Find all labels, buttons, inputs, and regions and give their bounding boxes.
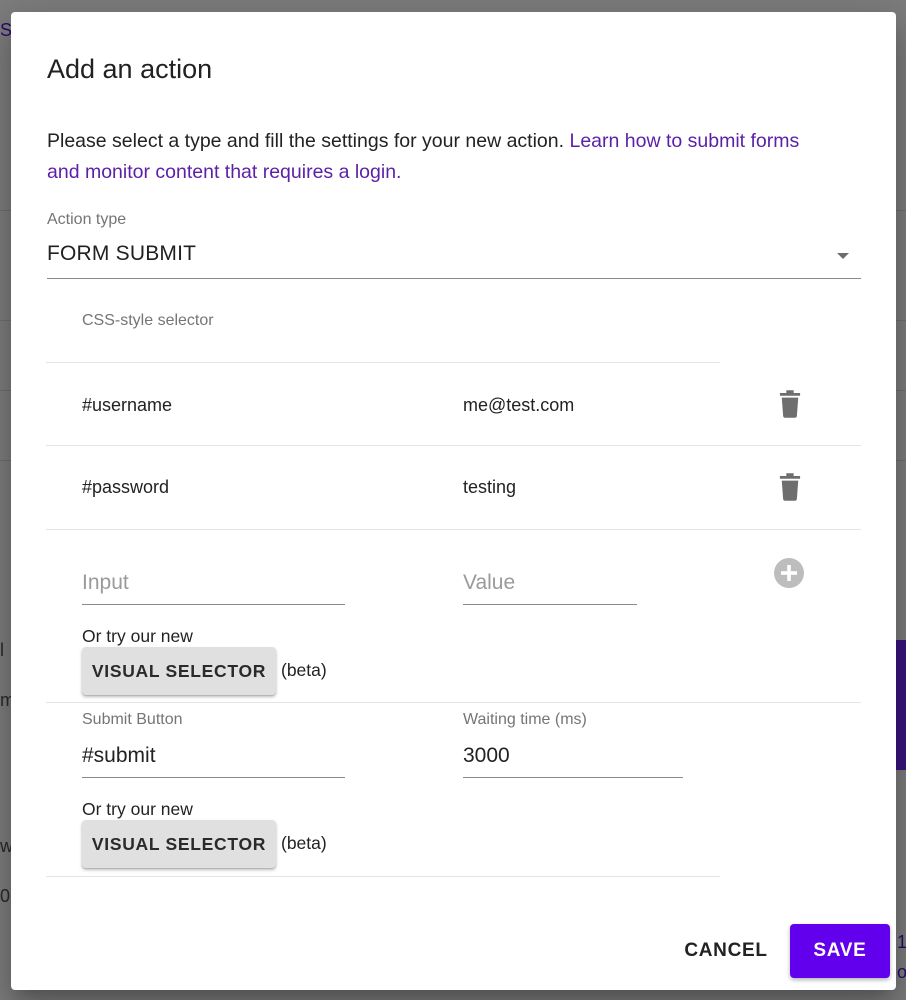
action-type-value: FORM SUBMIT (47, 242, 197, 265)
save-button[interactable]: SAVE (790, 924, 890, 978)
description-text: Please select a type and fill the settin… (47, 130, 570, 152)
row-selector: #password (82, 477, 170, 497)
beta-label: (beta) (281, 660, 327, 680)
background-text: l (0, 640, 4, 660)
header-divider (46, 362, 720, 363)
dialog-title: Add an action (47, 54, 213, 84)
visual-selector-button[interactable]: VISUAL SELECTOR (82, 820, 276, 868)
visual-selector-prompt: Or try our new (82, 799, 193, 819)
background-text: o (897, 962, 906, 982)
plus-circle-icon[interactable] (774, 558, 804, 588)
input-underline (82, 604, 345, 605)
waiting-time-value: 3000 (463, 744, 510, 767)
row-divider (46, 529, 861, 530)
dialog-description: Please select a type and fill the settin… (47, 126, 837, 188)
background-text: 1 (897, 932, 906, 952)
row-selector: #username (82, 395, 173, 415)
beta-label: (beta) (281, 833, 327, 853)
value-placeholder: Value (463, 571, 516, 594)
cancel-button[interactable]: CANCEL (671, 930, 781, 972)
select-underline (47, 278, 861, 279)
action-type-label: Action type (47, 211, 127, 228)
row-value: testing (463, 477, 517, 497)
row-divider (46, 445, 861, 446)
value-underline (463, 604, 637, 605)
submit-button-label: Submit Button (82, 711, 183, 728)
trash-icon[interactable] (779, 390, 801, 418)
css-selector-header: CSS-style selector (82, 312, 214, 329)
section-divider (46, 876, 720, 877)
section-divider (46, 702, 861, 703)
visual-selector-button[interactable]: VISUAL SELECTOR (82, 647, 276, 695)
visual-selector-prompt: Or try our new (82, 626, 193, 646)
waiting-time-label: Waiting time (ms) (463, 711, 587, 728)
input-placeholder: Input (82, 571, 129, 594)
trash-icon[interactable] (779, 473, 801, 501)
submit-button-value: #submit (82, 744, 156, 767)
add-action-dialog: Add an action Please select a type and f… (11, 12, 896, 990)
chevron-down-icon (837, 253, 849, 259)
submit-underline (82, 777, 345, 778)
waiting-underline (463, 777, 683, 778)
row-value: me@test.com (463, 395, 575, 415)
